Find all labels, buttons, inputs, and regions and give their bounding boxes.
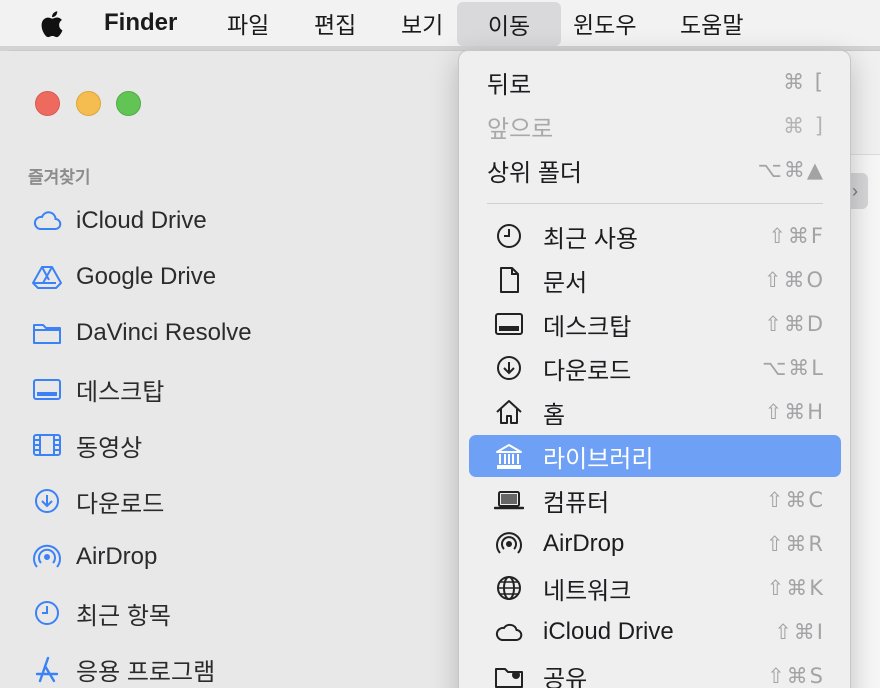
sidebar-item-downloads[interactable]: 다운로드 [30, 481, 164, 521]
sidebar-item-label: 다운로드 [76, 490, 165, 518]
minimize-button[interactable] [76, 91, 101, 116]
menu-item-label: 컴퓨터 [543, 489, 610, 517]
desktop-icon [493, 308, 525, 340]
menu-item-forward[interactable]: 앞으로 ⌘ ] [469, 105, 841, 147]
shortcut-label: ⇧⌘F [768, 224, 825, 248]
airdrop-icon [493, 528, 525, 560]
menu-item-desktop[interactable]: 데스크탑 ⇧⌘D [469, 303, 841, 345]
menu-item-label: iCloud Drive [543, 618, 674, 645]
menu-item-airdrop[interactable]: AirDrop ⇧⌘R [469, 523, 841, 565]
close-button[interactable] [35, 91, 60, 116]
sidebar-item-label: iCloud Drive [76, 207, 207, 234]
menu-item-label: 앞으로 [487, 115, 554, 143]
clock-icon [30, 598, 64, 628]
shortcut-label: ⇧⌘I [774, 620, 825, 644]
cloud-icon [30, 206, 64, 236]
shortcut-label: ⇧⌘D [764, 312, 825, 336]
sidebar-item-movies[interactable]: 동영상 [30, 425, 142, 465]
airdrop-icon [30, 542, 64, 572]
sidebar-item-label: DaVinci Resolve [76, 319, 252, 346]
home-icon [493, 396, 525, 428]
shortcut-label: ⇧⌘H [764, 400, 825, 424]
menu-item-enclosing-folder[interactable]: 상위 폴더 ⌥⌘▲ [469, 149, 841, 191]
menu-item-label: 상위 폴더 [487, 159, 582, 187]
sidebar-item-label: 동영상 [76, 434, 143, 462]
sidebar-item-icloud-drive[interactable]: iCloud Drive [30, 201, 207, 241]
shortcut-label: ⇧⌘K [766, 576, 825, 600]
menu-item-label: 공유 [543, 665, 588, 688]
menu-item-network[interactable]: 네트워크 ⇧⌘K [469, 567, 841, 609]
menu-item-downloads[interactable]: 다운로드 ⌥⌘L [469, 347, 841, 389]
menu-view[interactable]: 보기 [401, 0, 443, 46]
shortcut-label: ⇧⌘C [765, 488, 825, 512]
sidebar-item-applications[interactable]: 응용 프로그램 [30, 649, 215, 688]
shortcut-label: ⇧⌘O [763, 268, 825, 292]
menu-item-computer[interactable]: 컴퓨터 ⇧⌘C [469, 479, 841, 521]
shortcut-label: ⌥⌘▲ [757, 158, 825, 182]
shortcut-label: ⌥⌘L [762, 356, 825, 380]
menu-item-home[interactable]: 홈 ⇧⌘H [469, 391, 841, 433]
document-icon [493, 264, 525, 296]
sidebar-section-title: 즐겨찾기 [28, 168, 91, 187]
menu-item-documents[interactable]: 문서 ⇧⌘O [469, 259, 841, 301]
library-icon [493, 440, 525, 472]
sidebar-item-label: 응용 프로그램 [76, 658, 216, 686]
sidebar-item-label: AirDrop [76, 543, 158, 570]
menu-item-label: AirDrop [543, 530, 625, 557]
download-icon [30, 486, 64, 516]
menu-help[interactable]: 도움말 [680, 0, 743, 46]
menu-item-label: 다운로드 [543, 357, 632, 385]
menu-item-label: 문서 [543, 269, 588, 297]
menu-item-back[interactable]: 뒤로 ⌘ [ [469, 61, 841, 103]
menu-item-label: 데스크탑 [543, 313, 632, 341]
menu-item-label: 홈 [543, 401, 566, 429]
shortcut-label: ⇧⌘S [767, 664, 825, 688]
shortcut-label: ⌘ [ [783, 70, 825, 94]
menu-window[interactable]: 윈도우 [573, 0, 636, 46]
menu-go[interactable]: 이동 [457, 2, 561, 46]
menu-edit[interactable]: 편집 [314, 0, 356, 46]
menu-item-label: 라이브러리 [543, 445, 654, 473]
sidebar-item-davinci-resolve[interactable]: DaVinci Resolve [30, 313, 252, 353]
menu-file[interactable]: 파일 [227, 0, 269, 46]
menu-item-label: 뒤로 [487, 71, 532, 99]
sidebar-item-label: 데스크탑 [76, 378, 165, 406]
folder-icon [30, 318, 64, 348]
sidebar-item-label: 최근 항목 [76, 602, 171, 630]
menu-item-library[interactable]: 라이브러리 [469, 435, 841, 477]
desktop-icon [30, 374, 64, 404]
download-icon [493, 352, 525, 384]
menu-finder[interactable]: Finder [104, 0, 177, 46]
apple-menu-icon[interactable] [36, 8, 66, 40]
laptop-icon [493, 484, 525, 516]
menu-item-label: 네트워크 [543, 577, 632, 605]
menu-bar: Finder 파일 편집 보기 이동 윈도우 도움말 [0, 0, 880, 46]
menu-item-shared[interactable]: 공유 ⇧⌘S [469, 655, 841, 688]
applications-icon [30, 654, 64, 684]
sidebar-item-airdrop[interactable]: AirDrop [30, 537, 157, 577]
zoom-button[interactable] [116, 91, 141, 116]
menu-separator [487, 203, 823, 204]
menu-item-icloud-drive[interactable]: iCloud Drive ⇧⌘I [469, 611, 841, 653]
film-icon [30, 430, 64, 460]
google-drive-icon [30, 262, 64, 292]
sidebar-item-recents[interactable]: 최근 항목 [30, 593, 171, 633]
shortcut-label: ⌘ ] [783, 114, 825, 138]
menu-item-label: 최근 사용 [543, 225, 638, 253]
cloud-icon [493, 616, 525, 648]
shortcut-label: ⇧⌘R [765, 532, 825, 556]
sidebar-item-google-drive[interactable]: Google Drive [30, 257, 216, 297]
go-menu-dropdown: 뒤로 ⌘ [ 앞으로 ⌘ ] 상위 폴더 ⌥⌘▲ 최근 사용 ⇧⌘F 문서 ⇧⌘… [458, 50, 851, 688]
menu-item-recents[interactable]: 최근 사용 ⇧⌘F [469, 215, 841, 257]
sidebar: 즐겨찾기 iCloud Drive Google Drive DaVinci R… [0, 51, 470, 688]
sidebar-item-label: Google Drive [76, 263, 217, 290]
sidebar-item-desktop[interactable]: 데스크탑 [30, 369, 164, 409]
shared-folder-icon [493, 660, 525, 688]
clock-icon [493, 220, 525, 252]
network-icon [493, 572, 525, 604]
